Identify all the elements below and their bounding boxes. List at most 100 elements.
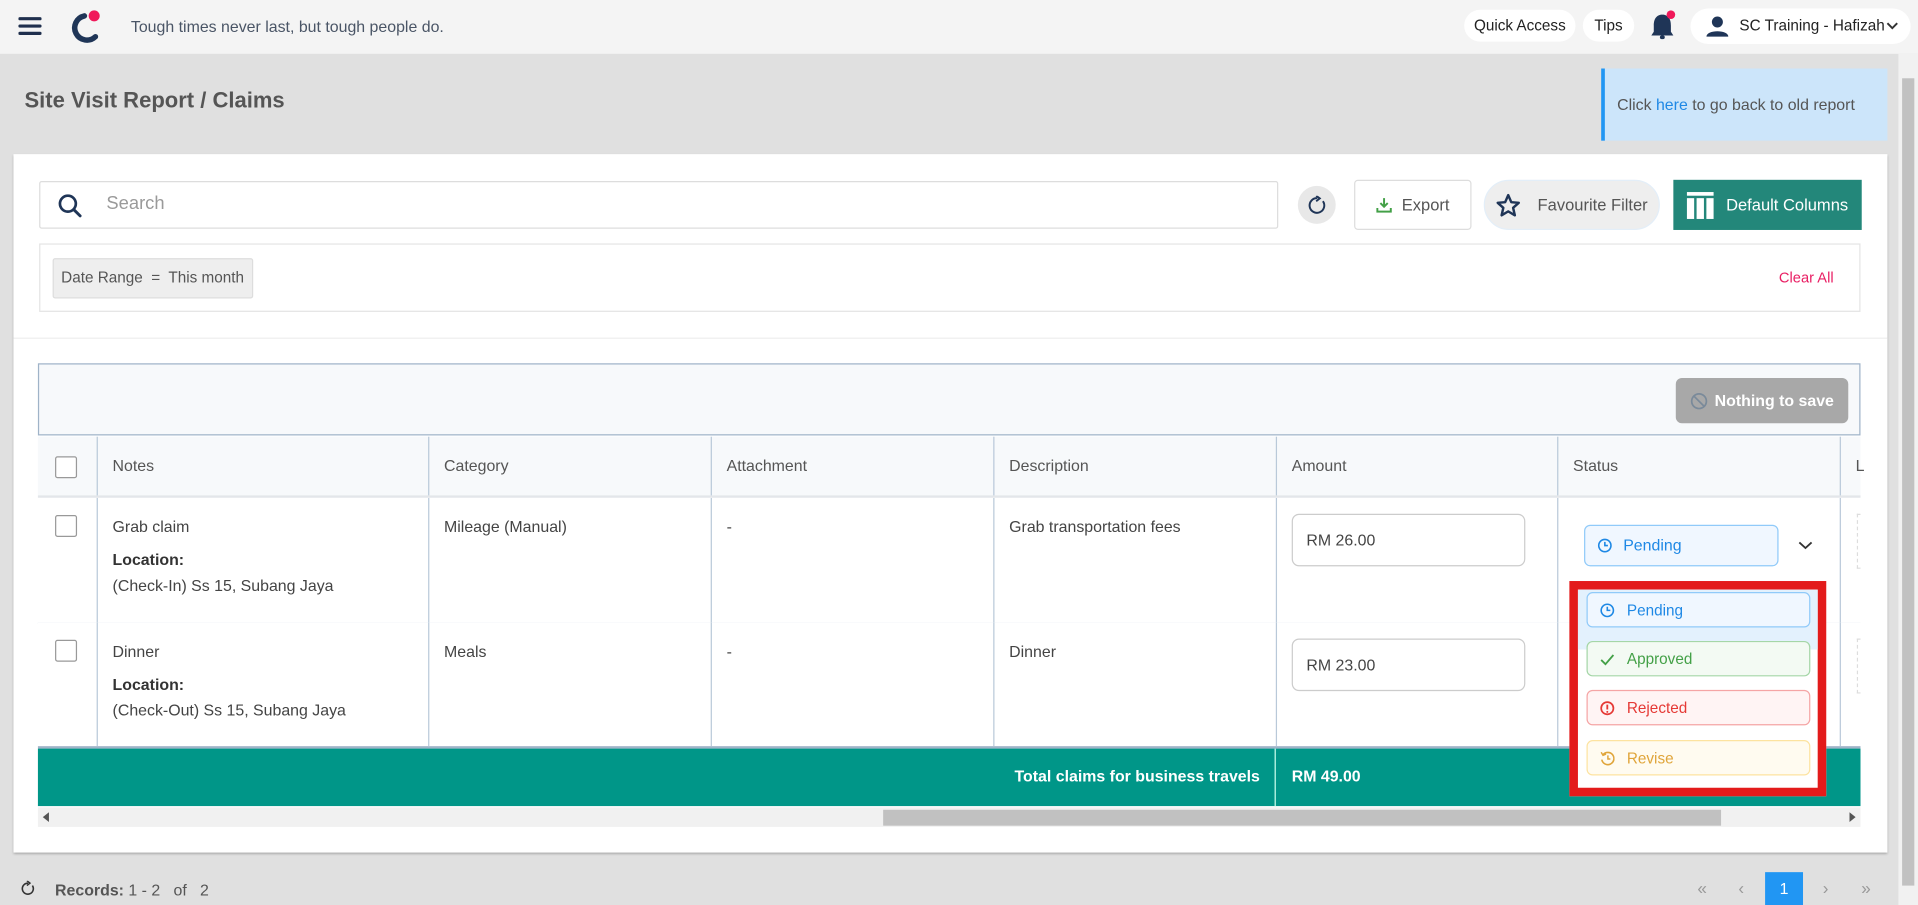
partial-field — [1856, 638, 1861, 694]
vertical-scrollbar[interactable] — [1898, 53, 1918, 905]
banner-text: Click — [1617, 95, 1656, 114]
attachment-cell: - — [710, 622, 994, 747]
tagline: Tough times never last, but tough people… — [130, 17, 444, 36]
category-cell: Meals — [428, 622, 711, 747]
chevron-down-icon[interactable] — [1798, 541, 1813, 551]
scroll-right-arrow[interactable] — [1849, 812, 1856, 822]
status-select[interactable]: Pending — [1584, 524, 1779, 567]
notes-text: Dinner — [112, 642, 160, 661]
records-total: 2 — [200, 880, 209, 900]
default-columns-label: Default Columns — [1726, 195, 1849, 215]
column-header-amount[interactable]: Amount — [1275, 436, 1557, 496]
clock-icon — [1600, 602, 1615, 617]
select-all-checkbox[interactable] — [55, 456, 78, 479]
export-label: Export — [1401, 195, 1450, 215]
last-page-button[interactable]: » — [1847, 872, 1885, 905]
partial-cell — [1839, 497, 1861, 623]
column-header-description[interactable]: Description — [993, 436, 1276, 496]
previous-page-button[interactable]: ‹ — [1722, 872, 1760, 905]
amount-input[interactable]: RM 26.00 — [1291, 513, 1526, 567]
search-icon — [58, 194, 82, 218]
footer-total: RM 49.00 — [1291, 766, 1361, 786]
active-filters: Date Range = This month Clear All — [39, 243, 1861, 312]
records-of: of — [173, 880, 187, 900]
records-label: Records: — [55, 880, 124, 900]
table-toolbar: Nothing to save — [37, 363, 1861, 436]
export-button[interactable]: Export — [1354, 179, 1472, 230]
option-label: Rejected — [1626, 699, 1688, 717]
clear-all-link[interactable]: Clear All — [1779, 269, 1834, 286]
search-input[interactable] — [103, 192, 1210, 216]
partial-field — [1856, 513, 1861, 569]
option-label: Pending — [1626, 601, 1683, 619]
columns-icon — [1686, 191, 1714, 219]
search-box — [39, 181, 1279, 229]
favourite-filter-button[interactable]: Favourite Filter — [1483, 179, 1660, 230]
vertical-scrollbar-thumb[interactable] — [1902, 78, 1915, 886]
page-title: Site Visit Report / Claims — [24, 88, 285, 113]
download-icon — [1376, 198, 1392, 213]
ban-icon — [1690, 392, 1707, 409]
page-1-button[interactable]: 1 — [1765, 872, 1804, 905]
banner-text-suffix: to go back to old report — [1687, 95, 1855, 114]
status-option-approved[interactable]: Approved — [1586, 640, 1811, 677]
row-checkbox[interactable] — [55, 639, 78, 662]
refresh-button[interactable] — [1297, 185, 1336, 224]
footer-label: Total claims for business travels — [1014, 766, 1260, 786]
amount-input[interactable]: RM 23.00 — [1291, 638, 1526, 692]
row-checkbox[interactable] — [55, 514, 78, 537]
filter-chip-date-range[interactable]: Date Range = This month — [52, 258, 253, 299]
logo[interactable] — [71, 10, 103, 44]
notes-cell: Dinner Location: (Check-Out) Ss 15, Suba… — [96, 622, 428, 747]
option-label: Approved — [1626, 650, 1693, 668]
location-label: Location: — [112, 675, 185, 694]
scroll-left-arrow[interactable] — [42, 812, 49, 822]
favourite-filter-label: Favourite Filter — [1537, 195, 1648, 215]
tips-button[interactable]: Tips — [1582, 9, 1635, 42]
reload-records-icon[interactable] — [21, 880, 36, 898]
status-value: Pending — [1623, 535, 1682, 555]
column-header-attachment[interactable]: Attachment — [710, 436, 994, 496]
amount-cell: RM 26.00 — [1275, 497, 1557, 623]
default-columns-button[interactable]: Default Columns — [1673, 179, 1862, 230]
attachment-cell: - — [710, 497, 994, 623]
clock-icon — [1597, 538, 1612, 553]
column-header-category[interactable]: Category — [428, 436, 711, 496]
location-text: (Check-Out) Ss 15, Subang Jaya — [112, 700, 346, 720]
description-cell: Grab transportation fees — [993, 497, 1276, 623]
history-icon — [1600, 751, 1615, 765]
quick-access-button[interactable]: Quick Access — [1464, 9, 1576, 42]
hamburger-menu-icon[interactable] — [18, 16, 42, 36]
status-dropdown: Pending Approved Rejected Revise — [1569, 581, 1827, 797]
chevron-down-icon — [1886, 22, 1898, 30]
user-icon — [1706, 16, 1729, 37]
divider — [13, 337, 1888, 339]
column-header-status[interactable]: Status — [1557, 436, 1840, 496]
location-text: (Check-In) Ss 15, Subang Jaya — [112, 576, 334, 595]
notes-text: Grab claim — [112, 517, 190, 536]
table-header: Notes Category Attachment Description Am… — [37, 436, 1864, 498]
check-icon — [1600, 653, 1615, 665]
notes-cell: Grab claim Location: (Check-In) Ss 15, S… — [96, 497, 428, 623]
status-option-pending[interactable]: Pending — [1586, 592, 1811, 628]
footer-separator — [1274, 748, 1276, 807]
location-label: Location: — [112, 550, 185, 569]
notification-bell-icon[interactable] — [1650, 10, 1677, 42]
column-header-partial[interactable]: L — [1839, 436, 1871, 496]
horizontal-scrollbar[interactable] — [37, 807, 1861, 827]
category-cell: Mileage (Manual) — [428, 497, 711, 623]
horizontal-scrollbar-thumb[interactable] — [883, 809, 1722, 826]
save-button[interactable]: Nothing to save — [1675, 377, 1849, 424]
records-summary: Records: 1 - 2 of 2 — [55, 881, 209, 899]
first-page-button[interactable]: « — [1683, 872, 1721, 905]
star-icon — [1496, 193, 1520, 216]
save-button-label: Nothing to save — [1714, 391, 1834, 410]
next-page-button[interactable]: › — [1807, 872, 1845, 905]
column-header-notes[interactable]: Notes — [96, 436, 428, 496]
records-range: 1 - 2 — [128, 880, 161, 900]
user-menu[interactable]: SC Training - Hafizah — [1690, 8, 1911, 45]
status-option-revise[interactable]: Revise — [1586, 740, 1811, 776]
old-report-link[interactable]: here — [1656, 95, 1688, 113]
status-option-rejected[interactable]: Rejected — [1586, 689, 1811, 726]
partial-cell — [1839, 622, 1861, 747]
